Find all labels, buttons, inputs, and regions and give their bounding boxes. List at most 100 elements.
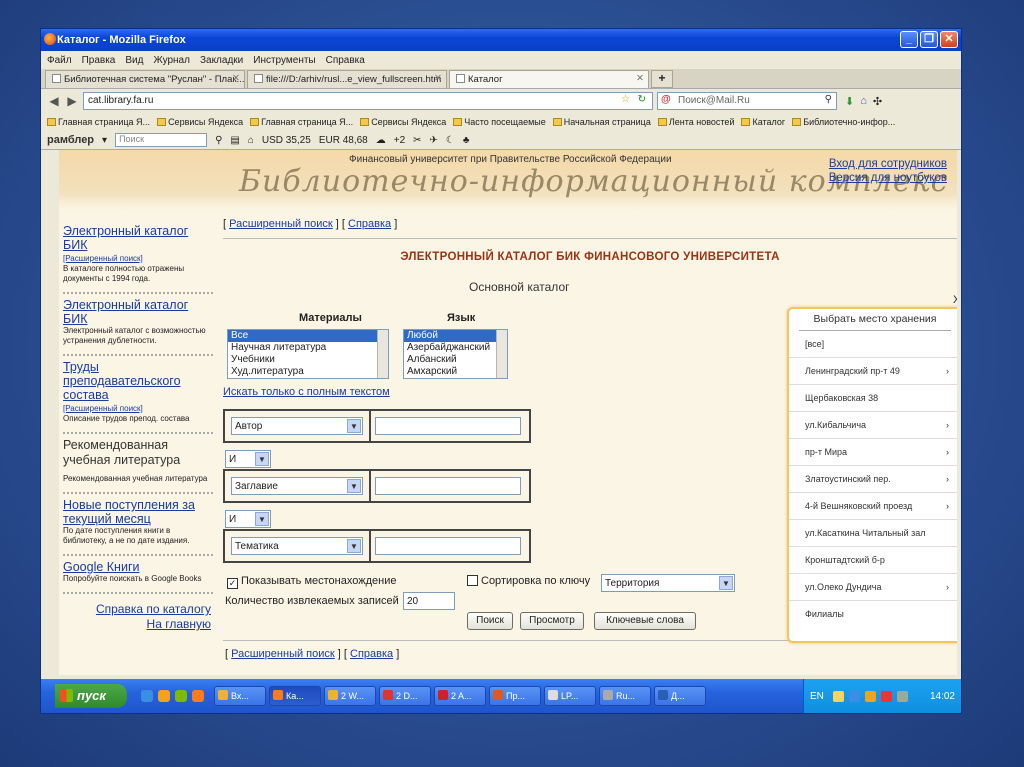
task-button[interactable]: Ru... bbox=[599, 686, 651, 706]
address-bar[interactable]: cat.library.fa.ru ☆ ↻ bbox=[83, 92, 653, 110]
task-button[interactable]: 2 A... bbox=[434, 686, 486, 706]
menu-view[interactable]: Вид bbox=[125, 55, 143, 66]
search-bar[interactable]: @ Поиск@Mail.Ru ⚲ bbox=[657, 92, 837, 110]
search-engine-icon[interactable]: @ bbox=[661, 94, 671, 105]
tab-ruslan[interactable]: Библиотечная система "Руслан" - Плак... ✕ bbox=[45, 70, 245, 88]
eur-rate[interactable]: EUR 48,68 bbox=[319, 135, 368, 146]
temperature[interactable]: +2 bbox=[394, 135, 405, 146]
close-tab-icon[interactable]: ✕ bbox=[636, 73, 644, 84]
weather-icon[interactable]: ☁ bbox=[376, 135, 386, 146]
back-icon[interactable]: ◀ bbox=[47, 94, 61, 108]
list-item[interactable]: Научная литература bbox=[228, 342, 388, 354]
tray-icon[interactable] bbox=[880, 690, 892, 702]
new-tab-button[interactable]: + bbox=[651, 70, 673, 88]
bookmark-item[interactable]: Начальная страница bbox=[552, 117, 651, 127]
close-tab-icon[interactable]: ✕ bbox=[434, 73, 442, 84]
scrollbar[interactable] bbox=[377, 330, 388, 378]
tab-catalog[interactable]: Каталог ✕ bbox=[449, 70, 649, 88]
search-icon[interactable]: ⚲ bbox=[215, 135, 222, 146]
sidebar-link-new-arrivals[interactable]: Новые поступления за текущий месяц bbox=[63, 498, 213, 526]
rambler-logo[interactable]: рамблер bbox=[47, 134, 94, 146]
home-icon[interactable]: ⌂ bbox=[248, 135, 254, 146]
menu-tools[interactable]: Инструменты bbox=[253, 55, 315, 66]
app-icon[interactable] bbox=[175, 690, 187, 702]
tray-icon[interactable] bbox=[896, 690, 908, 702]
bookmark-item[interactable]: Каталог bbox=[741, 117, 785, 127]
location-item[interactable]: ул.Олеко Дундича › bbox=[789, 574, 957, 601]
close-tab-icon[interactable]: ✕ bbox=[232, 73, 240, 84]
search-icon[interactable]: ⚲ bbox=[825, 94, 832, 105]
field-input-1[interactable] bbox=[375, 417, 521, 435]
close-popup-icon[interactable]: X bbox=[953, 294, 957, 306]
start-button[interactable]: пуск bbox=[55, 684, 127, 708]
language-indicator[interactable]: EN bbox=[810, 691, 824, 702]
list-item[interactable]: Учебники bbox=[228, 354, 388, 366]
bookmark-item[interactable]: Библиотечно-инфор... bbox=[792, 117, 895, 127]
tray-icon[interactable] bbox=[832, 690, 844, 702]
location-item[interactable]: ул.Кибальчича › bbox=[789, 412, 957, 439]
minimize-button[interactable]: _ bbox=[900, 31, 918, 48]
bookmark-item[interactable]: Главная страница Я... bbox=[47, 117, 150, 127]
search-button[interactable]: Поиск bbox=[467, 612, 513, 630]
addon-icon[interactable]: ✣ bbox=[873, 95, 882, 108]
location-item[interactable]: Филиалы bbox=[789, 601, 957, 628]
location-item[interactable]: 4-й Вешняковский проезд › bbox=[789, 493, 957, 520]
location-item[interactable]: Ленинградский пр-т 49 › bbox=[789, 358, 957, 385]
menu-help[interactable]: Справка bbox=[326, 55, 365, 66]
help-link[interactable]: Справка bbox=[350, 648, 393, 660]
tools-icon[interactable]: ✂ bbox=[413, 135, 421, 146]
location-item[interactable]: Кронштадтский б-р bbox=[789, 547, 957, 574]
list-item[interactable]: Албанский bbox=[404, 354, 507, 366]
sort-option[interactable]: Сортировка по ключу bbox=[467, 575, 590, 587]
list-item[interactable]: Худ.литература bbox=[228, 366, 388, 378]
bookmark-item[interactable]: Часто посещаемые bbox=[453, 117, 546, 127]
task-button[interactable]: Пр... bbox=[489, 686, 541, 706]
tab-file[interactable]: file:///D:/arhiv/rusl...e_view_fullscree… bbox=[247, 70, 447, 88]
help-link[interactable]: Справка bbox=[348, 218, 391, 230]
social-icon[interactable]: ♣ bbox=[463, 135, 470, 146]
task-button[interactable]: Вх... bbox=[214, 686, 266, 706]
usd-rate[interactable]: USD 35,25 bbox=[262, 135, 311, 146]
menu-edit[interactable]: Правка bbox=[82, 55, 116, 66]
opera-icon[interactable] bbox=[158, 690, 170, 702]
sidebar-link-works[interactable]: Труды преподавательского состава bbox=[63, 360, 213, 402]
task-button[interactable]: 2 D... bbox=[379, 686, 431, 706]
field-input-3[interactable] bbox=[375, 537, 521, 555]
sidebar-link-ext-search[interactable]: [Расширенный поиск] bbox=[63, 254, 143, 263]
rambler-search-input[interactable]: Поиск bbox=[115, 133, 208, 147]
task-button[interactable]: 2 W... bbox=[324, 686, 376, 706]
task-button[interactable]: Ка... bbox=[269, 686, 321, 706]
keywords-button[interactable]: Ключевые слова bbox=[594, 612, 696, 630]
sidebar-link-google-books[interactable]: Google Книги bbox=[63, 560, 213, 574]
location-item[interactable]: [все] bbox=[789, 331, 957, 358]
show-location-checkbox[interactable]: ✓ bbox=[227, 578, 238, 589]
sort-select[interactable]: Территория ▼ bbox=[601, 574, 735, 592]
chevron-down-icon[interactable]: ▾ bbox=[102, 135, 107, 146]
mail-icon[interactable]: ▤ bbox=[230, 135, 239, 146]
staff-login-link[interactable]: Вход для сотрудников bbox=[829, 158, 947, 170]
download-icon[interactable]: ⬇ bbox=[845, 95, 854, 108]
home-icon[interactable]: ⌂ bbox=[860, 95, 867, 108]
scrollbar[interactable] bbox=[496, 330, 507, 378]
operator-select-2[interactable]: И ▼ bbox=[225, 510, 271, 528]
maximize-button[interactable]: ❐ bbox=[920, 31, 938, 48]
sidebar-link-e-catalog[interactable]: Электронный каталог БИК bbox=[63, 224, 213, 252]
laptop-version-link[interactable]: Версия для ноутбуков bbox=[829, 172, 947, 184]
field-select-3[interactable]: Тематика ▼ bbox=[231, 537, 363, 555]
field-input-2[interactable] bbox=[375, 477, 521, 495]
tray-icon[interactable] bbox=[848, 690, 860, 702]
list-item[interactable]: Азербайджанский bbox=[404, 342, 507, 354]
home-link[interactable]: На главную bbox=[63, 617, 211, 632]
moon-icon[interactable]: ☾ bbox=[446, 135, 455, 146]
browse-button[interactable]: Просмотр bbox=[520, 612, 584, 630]
bookmark-item[interactable]: Сервисы Яндекса bbox=[157, 117, 243, 127]
task-button[interactable]: LP... bbox=[544, 686, 596, 706]
close-button[interactable]: ✕ bbox=[940, 31, 958, 48]
list-item[interactable]: Амхарский bbox=[404, 366, 507, 378]
help-link[interactable]: Справка по каталогу bbox=[63, 602, 211, 617]
operator-select-1[interactable]: И ▼ bbox=[225, 450, 271, 468]
bookmark-item[interactable]: Сервисы Яндекса bbox=[360, 117, 446, 127]
firefox-icon[interactable] bbox=[192, 690, 204, 702]
bookmark-star-icon[interactable]: ☆ bbox=[621, 94, 630, 105]
menu-bookmarks[interactable]: Закладки bbox=[200, 55, 243, 66]
